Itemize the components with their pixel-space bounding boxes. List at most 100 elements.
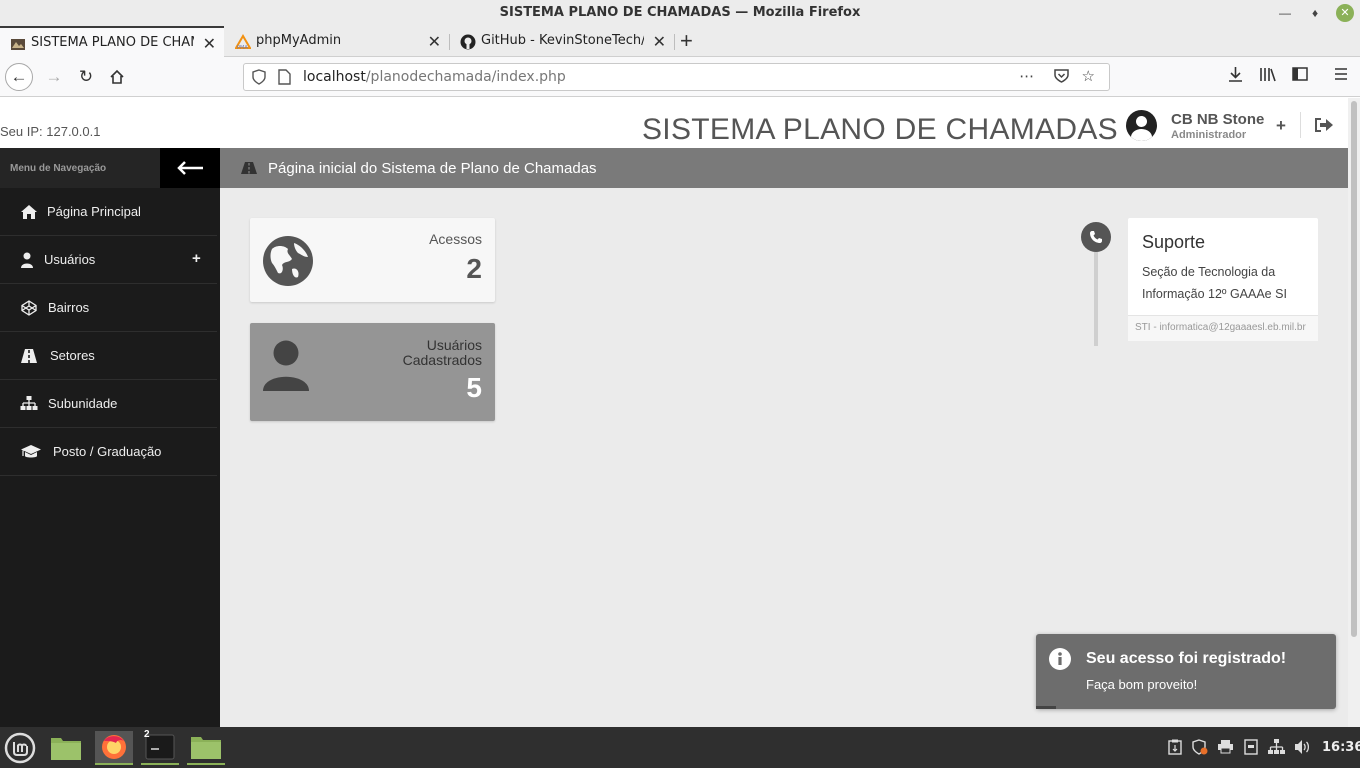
tab-label: phpMyAdmin bbox=[256, 33, 342, 48]
printer-icon[interactable] bbox=[1217, 739, 1234, 757]
app-header: Seu IP: 127.0.0.1 SISTEMA PLANO DE CHAMA… bbox=[0, 98, 1348, 148]
close-tab-icon[interactable]: ✕ bbox=[653, 32, 666, 51]
tab-label: SISTEMA PLANO DE CHAMADAS bbox=[31, 35, 194, 50]
notification-toast[interactable]: Seu acesso foi registrado! Faça bom prov… bbox=[1036, 634, 1336, 709]
card-label: Acessos bbox=[429, 231, 482, 247]
hamburger-menu-icon[interactable] bbox=[1333, 66, 1349, 87]
library-icon[interactable] bbox=[1259, 66, 1277, 88]
clock[interactable]: 16:36 bbox=[1322, 740, 1360, 755]
tab-separator bbox=[674, 34, 675, 50]
sidebar-item-label: Subunidade bbox=[48, 396, 118, 411]
sitemap-icon bbox=[20, 396, 38, 410]
card-value: 5 bbox=[466, 372, 482, 403]
support-panel: Suporte Seção de Tecnologia da Informaçã… bbox=[1128, 218, 1318, 341]
files-window[interactable] bbox=[187, 731, 225, 765]
sidebar-item-label: Posto / Graduação bbox=[53, 444, 162, 459]
minimize-button[interactable]: — bbox=[1276, 4, 1294, 22]
page-actions-icon[interactable]: ⋯ bbox=[1019, 68, 1042, 85]
breadcrumb-text: Página inicial do Sistema de Plano de Ch… bbox=[268, 160, 597, 177]
system-title: SISTEMA PLANO DE CHAMADAS bbox=[642, 113, 1118, 146]
tab-phpmyadmin[interactable]: PMA phpMyAdmin ✕ bbox=[225, 26, 449, 57]
window-count-badge: 2 bbox=[144, 729, 150, 740]
nav-bar: ← → ↻ localhost/planodechamada/index.php… bbox=[0, 57, 1360, 97]
sidebar-toggle-button[interactable] bbox=[160, 148, 220, 188]
mint-menu-button[interactable] bbox=[3, 731, 41, 765]
folder-icon bbox=[191, 737, 221, 759]
tracking-protection-icon bbox=[252, 69, 266, 85]
user-icon bbox=[263, 340, 309, 391]
sidebar-item-label: Usuários bbox=[44, 252, 96, 267]
network-icon[interactable] bbox=[1268, 739, 1285, 758]
sidebar-toggle-icon[interactable] bbox=[1292, 66, 1308, 87]
sidebar-title: Menu de Navegação bbox=[10, 163, 107, 174]
sidebar-item-usuarios[interactable]: Usuários + bbox=[0, 236, 217, 284]
close-tab-icon[interactable]: ✕ bbox=[203, 34, 216, 53]
codepen-icon bbox=[21, 300, 37, 316]
sidebar-item-posto-graduacao[interactable]: Posto / Graduação bbox=[0, 428, 217, 476]
pocket-icon[interactable] bbox=[1054, 68, 1070, 83]
card-label: Usuários Cadastrados bbox=[402, 337, 482, 368]
graduation-cap-icon bbox=[21, 445, 41, 458]
sidebar-item-pagina-principal[interactable]: Página Principal bbox=[0, 188, 217, 236]
arrow-left-icon bbox=[177, 161, 203, 175]
sidebar-item-label: Setores bbox=[50, 348, 95, 363]
window-title: SISTEMA PLANO DE CHAMADAS — Mozilla Fire… bbox=[499, 5, 861, 20]
url-bar[interactable]: localhost/planodechamada/index.php ⋯ ☆ bbox=[243, 63, 1110, 91]
user-name[interactable]: CB NB Stone bbox=[1171, 111, 1264, 128]
tab-github[interactable]: GitHub - KevinStoneTech/KevinStoneTech ✕ bbox=[450, 26, 674, 57]
page-scrollbar[interactable] bbox=[1348, 98, 1360, 727]
tab-sistema[interactable]: SISTEMA PLANO DE CHAMADAS ✕ bbox=[0, 26, 224, 58]
taskbar: 2 16:36 bbox=[0, 727, 1360, 768]
svg-text:PMA: PMA bbox=[237, 45, 248, 50]
stat-card-usuarios-cadastrados[interactable]: Usuários Cadastrados 5 bbox=[250, 323, 495, 421]
clipboard-icon[interactable] bbox=[1168, 739, 1182, 758]
phpmyadmin-favicon-icon: PMA bbox=[235, 34, 251, 50]
logout-button[interactable] bbox=[1314, 116, 1334, 139]
files-launcher[interactable] bbox=[47, 731, 85, 765]
reload-button[interactable]: ↻ bbox=[72, 63, 100, 91]
user-menu-plus-button[interactable]: + bbox=[1276, 116, 1286, 136]
volume-icon[interactable] bbox=[1294, 739, 1311, 758]
tab-label: GitHub - KevinStoneTech/KevinStoneTech bbox=[481, 33, 644, 48]
home-button[interactable] bbox=[103, 63, 131, 91]
url-text: localhost/planodechamada/index.php bbox=[303, 69, 566, 85]
divider bbox=[1300, 112, 1301, 138]
site-favicon-icon bbox=[11, 39, 25, 50]
road-icon bbox=[241, 162, 257, 174]
expand-plus-icon[interactable]: + bbox=[192, 250, 201, 267]
window-titlebar: SISTEMA PLANO DE CHAMADAS — Mozilla Fire… bbox=[0, 0, 1360, 26]
firefox-launcher[interactable] bbox=[95, 731, 133, 765]
linux-mint-icon bbox=[4, 732, 36, 764]
user-role: Administrador bbox=[1171, 129, 1247, 141]
close-window-button[interactable]: ✕ bbox=[1336, 4, 1354, 22]
page-content: Seu IP: 127.0.0.1 SISTEMA PLANO DE CHAMA… bbox=[0, 98, 1348, 727]
firefox-icon bbox=[102, 735, 126, 759]
close-tab-icon[interactable]: ✕ bbox=[428, 32, 441, 51]
update-shield-icon[interactable] bbox=[1192, 739, 1208, 758]
user-icon bbox=[21, 252, 33, 268]
sidebar-item-setores[interactable]: Setores bbox=[0, 332, 217, 380]
downloads-icon[interactable] bbox=[1227, 66, 1244, 88]
sidebar-item-bairros[interactable]: Bairros bbox=[0, 284, 217, 332]
client-ip: Seu IP: 127.0.0.1 bbox=[0, 124, 101, 139]
github-icon bbox=[460, 34, 476, 50]
support-title: Suporte bbox=[1142, 232, 1206, 252]
bookmark-star-icon[interactable]: ☆ bbox=[1082, 68, 1103, 85]
globe-icon bbox=[263, 236, 313, 286]
scrollbar-thumb[interactable] bbox=[1351, 101, 1357, 637]
timeline-badge bbox=[1081, 222, 1111, 252]
back-button[interactable]: ← bbox=[5, 63, 33, 91]
avatar[interactable] bbox=[1126, 110, 1157, 141]
info-icon bbox=[1049, 648, 1071, 670]
sidebar-item-subunidade[interactable]: Subunidade bbox=[0, 380, 217, 428]
stat-card-acessos[interactable]: Acessos 2 bbox=[250, 218, 495, 302]
maximize-button[interactable]: ♦ bbox=[1306, 4, 1324, 22]
home-icon bbox=[110, 69, 124, 84]
terminal-launcher[interactable]: 2 bbox=[141, 729, 179, 765]
road-icon bbox=[21, 349, 37, 363]
sidebar-item-label: Página Principal bbox=[47, 204, 141, 219]
new-tab-button[interactable]: + bbox=[680, 30, 693, 52]
forward-button[interactable]: → bbox=[40, 63, 68, 91]
storage-icon[interactable] bbox=[1244, 739, 1258, 758]
timeline-line bbox=[1094, 238, 1098, 346]
